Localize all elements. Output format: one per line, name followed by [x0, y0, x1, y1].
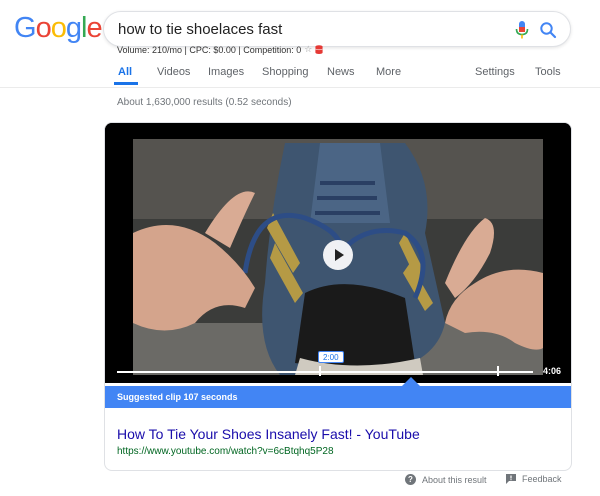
clip-pointer [402, 377, 420, 386]
suggested-clip-banner[interactable]: Suggested clip 107 seconds [105, 386, 571, 408]
search-tabs: All Videos Images Shopping News More Set… [0, 56, 600, 86]
video-result-card: 2:00 4:06 Suggested clip 107 seconds How… [104, 122, 572, 471]
tabs-divider [0, 87, 600, 88]
keyword-stats-bar: Volume: 210/mo | CPC: $0.00 | Competitio… [117, 44, 324, 55]
search-input[interactable] [118, 12, 498, 46]
video-player[interactable]: 2:00 4:06 [105, 123, 571, 383]
clip-start-marker[interactable] [319, 366, 321, 376]
question-mark-icon: ? [405, 474, 416, 485]
microphone-icon[interactable] [515, 21, 529, 39]
tab-videos[interactable]: Videos [157, 66, 190, 78]
video-timeline[interactable] [117, 371, 533, 373]
logo-letter: g [65, 12, 82, 44]
result-stats: About 1,630,000 results (0.52 seconds) [117, 97, 292, 108]
feedback-label: Feedback [522, 474, 562, 484]
tab-images[interactable]: Images [208, 66, 244, 78]
result-url[interactable]: https://www.youtube.com/watch?v=6cBtqhq5… [117, 446, 334, 457]
tab-more[interactable]: More [376, 66, 401, 78]
tab-settings[interactable]: Settings [475, 66, 515, 78]
clip-end-marker[interactable] [497, 366, 499, 376]
tab-news[interactable]: News [327, 66, 355, 78]
keyword-stats-text: Volume: 210/mo | CPC: $0.00 | Competitio… [117, 44, 302, 55]
logo-letter: o [35, 12, 52, 44]
play-button[interactable] [323, 240, 353, 270]
tab-all[interactable]: All [118, 66, 132, 78]
play-icon [335, 249, 344, 261]
logo-letter: o [50, 12, 67, 44]
logo-letter: e [86, 12, 102, 44]
result-title-link[interactable]: How To Tie Your Shoes Insanely Fast! - Y… [117, 426, 420, 442]
google-logo[interactable]: Google [14, 12, 103, 45]
result-footer: ? About this result Feedback [0, 474, 600, 494]
database-icon[interactable] [315, 45, 324, 54]
about-this-result-label: About this result [422, 474, 487, 485]
active-tab-indicator [114, 82, 138, 85]
feedback-icon [506, 474, 516, 484]
suggested-clip-text: Suggested clip 107 seconds [117, 392, 238, 402]
about-this-result-link[interactable]: ? About this result [405, 474, 487, 485]
clip-start-time: 2:00 [318, 351, 344, 363]
search-box[interactable] [103, 11, 571, 47]
feedback-link[interactable]: Feedback [506, 474, 562, 484]
star-icon[interactable]: ☆ [304, 44, 312, 55]
tab-tools[interactable]: Tools [535, 66, 561, 78]
tab-shopping[interactable]: Shopping [262, 66, 309, 78]
logo-letter: G [14, 12, 37, 44]
video-duration: 4:06 [543, 366, 562, 376]
search-icon[interactable] [539, 21, 557, 39]
